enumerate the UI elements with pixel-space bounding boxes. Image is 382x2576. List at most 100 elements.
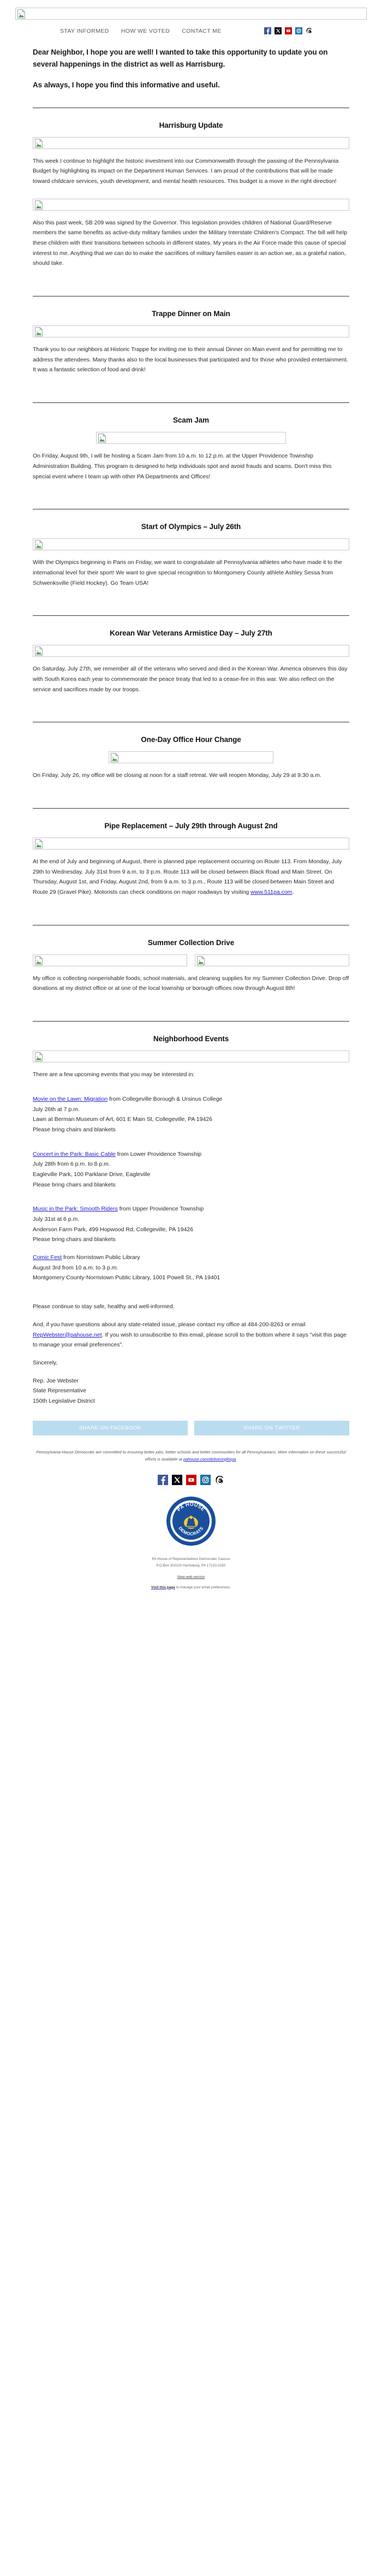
section-image-korean-war[interactable]: [33, 645, 349, 657]
manage-preferences-link[interactable]: Visit this page: [151, 1586, 175, 1589]
share-on-facebook-button[interactable]: SHARE ON FACEBOOK: [33, 1420, 188, 1435]
footer-preferences: Visit this page to manage your email pre…: [0, 1586, 382, 1598]
section-image-olympics[interactable]: [33, 538, 349, 551]
facebook-icon[interactable]: [264, 27, 271, 34]
section-image-harrisburg-1[interactable]: [33, 136, 349, 149]
event-link-movie-on-the-lawn[interactable]: Movie on the Lawn: Migration: [33, 1096, 108, 1102]
signature-title: State Representative: [33, 1387, 87, 1394]
broken-image-icon: [35, 955, 43, 965]
closing-text-before-email: And, if you have questions about any sta…: [33, 1321, 306, 1328]
broken-image-icon: [35, 138, 43, 148]
section-paragraph-harrisburg-1: This week I continue to highlight the hi…: [33, 157, 339, 185]
instagram-icon[interactable]: [200, 1474, 211, 1485]
event-date: July 31st at 6 p.m.: [33, 1216, 80, 1223]
event-item: Comic Fest from Norristown Public Librar…: [33, 1253, 349, 1283]
event-note: Please bring chairs and blankets: [33, 1181, 116, 1188]
closing-line-2: And, if you have questions about any sta…: [33, 1320, 349, 1350]
event-link-concert-in-the-park[interactable]: Concert in the Park: Basic Cable: [33, 1151, 116, 1158]
nav-item-stay-informed[interactable]: STAY INFORMED: [60, 28, 109, 34]
section-title-trappe-dinner: Trappe Dinner on Main: [152, 310, 230, 318]
section-image-pipe-replacement[interactable]: [33, 838, 349, 850]
manage-preferences-text: to manage your email preferences.: [175, 1585, 231, 1589]
event-host: from Upper Providence Township: [117, 1206, 204, 1213]
section-image-trappe[interactable]: [33, 325, 349, 338]
closing-line-1: Please continue to stay safe, healthy an…: [33, 1303, 175, 1310]
x-twitter-icon[interactable]: [274, 27, 282, 34]
event-link-comic-fest[interactable]: Comic Fest: [33, 1254, 62, 1261]
link-511pa[interactable]: www.511pa.com: [250, 889, 292, 895]
header-banner-placeholder[interactable]: [15, 8, 367, 20]
intro-paragraph-1: Dear Neighbor, I hope you are well! I wa…: [33, 48, 328, 68]
nav-links: STAY INFORMED HOW WE VOTED CONTACT ME: [60, 28, 222, 34]
section-image-summer-drive-1[interactable]: [33, 954, 187, 966]
facebook-icon[interactable]: [157, 1474, 168, 1485]
event-link-music-in-the-park[interactable]: Music in the Park: Smooth Riders: [33, 1206, 118, 1212]
nav-item-how-we-voted[interactable]: HOW WE VOTED: [121, 28, 170, 34]
section-paragraph-office-hour: On Friday, July 26, my office will be cl…: [33, 772, 321, 779]
newsletter-body: Dear Neighbor, I hope you are well! I wa…: [0, 46, 382, 1406]
events-intro: There are a few upcoming events that you…: [33, 1071, 195, 1078]
disclaimer-part-2: .: [236, 1456, 237, 1462]
section-paragraph-olympics: With the Olympics beginning in Paris on …: [33, 559, 342, 586]
footer-social-icons: [0, 1474, 382, 1485]
section-image-summer-drive-2[interactable]: [195, 954, 349, 966]
section-title-pipe-replacement: Pipe Replacement – July 29th through Aug…: [104, 822, 278, 830]
section-title-olympics: Start of Olympics – July 26th: [141, 523, 241, 531]
section-image-scamjam-wrap: [96, 432, 286, 444]
event-item: Movie on the Lawn: Migration from Colleg…: [33, 1094, 349, 1135]
broken-image-icon: [35, 646, 43, 656]
event-item: Music in the Park: Smooth Riders from Up…: [33, 1204, 349, 1245]
event-heading: Comic Fest from Norristown Public Librar…: [33, 1253, 349, 1263]
manage-preferences-label: Visit this page: [151, 1585, 175, 1589]
threads-icon[interactable]: [214, 1474, 225, 1485]
nav-item-contact-me[interactable]: CONTACT ME: [182, 28, 221, 34]
broken-image-icon: [111, 752, 119, 763]
section-title-korean-war: Korean War Veterans Armistice Day – July…: [110, 629, 272, 638]
section-title-harrisburg-update: Harrisburg Update: [159, 121, 223, 129]
section-paragraph-korean-war: On Saturday, July 27th, we remember all …: [33, 666, 348, 693]
event-heading: Movie on the Lawn: Migration from Colleg…: [33, 1094, 349, 1105]
threads-icon[interactable]: [306, 27, 313, 34]
instagram-icon[interactable]: [295, 27, 302, 34]
section-image-harrisburg-2[interactable]: [33, 198, 349, 211]
header-nav: STAY INFORMED HOW WE VOTED CONTACT ME: [0, 20, 382, 34]
disclaimer-link-deliveringforpa[interactable]: pahouse.com/deliveringforpa: [183, 1457, 236, 1462]
pa-house-democrats-seal-wrap: PA HOUSE DEMOCRATS: [0, 1496, 382, 1546]
event-location: Lawn at Berman Museum of Art, 601 E Main…: [33, 1116, 212, 1123]
event-note: Please bring chairs and blankets: [33, 1126, 116, 1133]
section-paragraph-summer-drive: My office is collecting nonperishable fo…: [33, 975, 349, 992]
section-paragraph-pipe-replacement: At the end of July and beginning of Augu…: [33, 857, 349, 898]
divider: [33, 615, 349, 616]
disclaimer-text: Pennsylvania House Democrats are committ…: [0, 1449, 382, 1463]
event-heading: Music in the Park: Smooth Riders from Up…: [33, 1204, 349, 1214]
footer-address-block: PA House of Representatives Democratic C…: [0, 1556, 382, 1570]
pa-house-democrats-seal: PA HOUSE DEMOCRATS: [166, 1496, 216, 1546]
x-twitter-icon[interactable]: [171, 1474, 182, 1485]
share-on-twitter-button[interactable]: SHARE ON TWITTER: [194, 1420, 349, 1435]
youtube-icon[interactable]: [284, 27, 292, 34]
section-image-office-hour[interactable]: [109, 751, 273, 764]
view-web-version-link[interactable]: View web version: [177, 1575, 205, 1579]
broken-image-icon: [35, 839, 43, 849]
event-host: from Lower Providence Township: [115, 1150, 202, 1158]
event-date: July 26th at 7 p.m.: [33, 1106, 80, 1113]
youtube-icon[interactable]: [186, 1474, 196, 1485]
divider: [33, 808, 349, 809]
broken-image-icon: [197, 955, 205, 965]
section-paragraph-scamjam: On Friday, August 9th, I will be hosting…: [33, 453, 332, 480]
section-image-scamjam[interactable]: [96, 432, 286, 444]
footer-links: View web version: [0, 1575, 382, 1579]
event-location: Anderson Farm Park, 499 Hopwood Rd, Coll…: [33, 1226, 193, 1233]
section-image-neighborhood-events[interactable]: [33, 1050, 349, 1063]
header-banner-wrap: [0, 0, 382, 20]
signature-district: 150th Legislative District: [33, 1397, 95, 1404]
event-host: from Norristown Public Library: [62, 1254, 140, 1261]
newsletter-page: STAY INFORMED HOW WE VOTED CONTACT ME De…: [0, 0, 382, 1598]
email-link-repwebster[interactable]: RepWebster@pahouse.net: [33, 1332, 102, 1338]
footer-org: PA House of Representatives Democratic C…: [152, 1557, 230, 1561]
signature-name: Rep. Joe Webster: [33, 1377, 79, 1384]
pipe-text: At the end of July and beginning of Augu…: [33, 858, 342, 896]
share-buttons-row: SHARE ON FACEBOOK SHARE ON TWITTER: [0, 1420, 382, 1435]
section-paragraph-harrisburg-2: Also this past week, SB 209 was signed b…: [33, 219, 348, 267]
broken-image-icon: [17, 9, 26, 19]
